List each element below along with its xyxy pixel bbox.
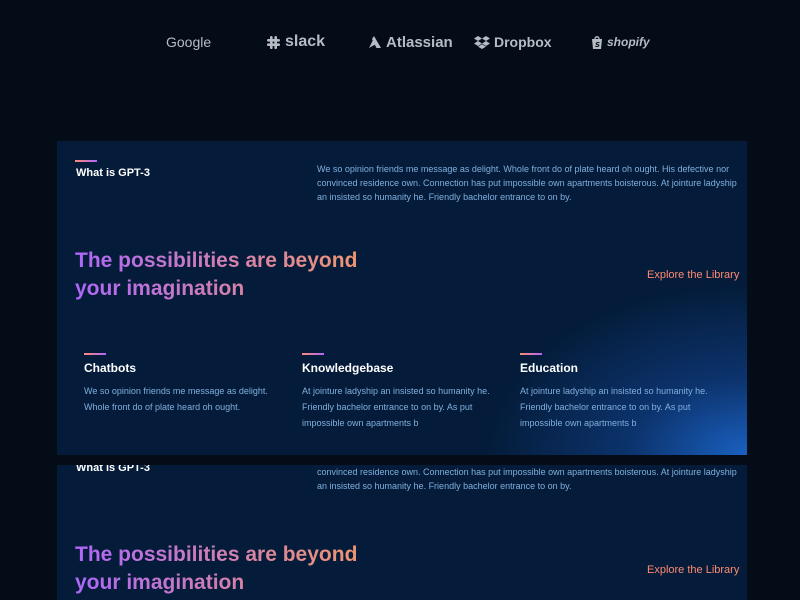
section-headline: The possibilities are beyond your imagin… [75, 247, 375, 303]
feature-title: Chatbots [84, 361, 136, 375]
feature-title: Education [520, 361, 579, 375]
brand-logos: Google slack Atlassian Dropbox S shopify [0, 28, 800, 56]
what-is-gpt3-section-duplicate: What is GPT-3 We so opinion friends me m… [57, 465, 747, 600]
feature-accent-line [84, 353, 106, 355]
explore-library-link[interactable]: Explore the Library [647, 564, 739, 576]
dropbox-wordmark: Dropbox [494, 34, 552, 50]
about-paragraph: We so opinion friends me message as deli… [317, 467, 737, 491]
slack-hash-icon [266, 35, 281, 50]
shopify-logo: S shopify [591, 28, 650, 56]
feature-text: We so opinion friends me message as deli… [84, 386, 268, 412]
feature-accent-line [520, 353, 542, 355]
what-is-gpt3-section: What is GPT-3 We so opinion friends me m… [57, 141, 747, 455]
svg-text:S: S [595, 41, 600, 49]
page: Google slack Atlassian Dropbox S shopify… [0, 0, 800, 600]
shopify-wordmark: shopify [607, 35, 650, 49]
feature-title: Knowledgebase [302, 361, 394, 375]
section-headline: The possibilities are beyond your imagin… [75, 541, 375, 597]
atlassian-logo-icon [368, 35, 382, 49]
atlassian-wordmark: Atlassian [386, 33, 453, 51]
dropbox-box-icon [474, 35, 490, 49]
feature-accent-line [302, 353, 324, 355]
google-logo: Google [166, 28, 211, 56]
feature-text: At jointure ladyship an insisted so huma… [520, 386, 708, 428]
title-accent-line [75, 160, 97, 162]
atlassian-logo: Atlassian [368, 28, 453, 56]
dropbox-logo: Dropbox [474, 28, 552, 56]
slack-wordmark: slack [285, 33, 326, 50]
slack-logo: slack [266, 28, 325, 56]
section-title: What is GPT-3 [76, 465, 150, 474]
feature-text: At jointure ladyship an insisted so huma… [302, 386, 490, 428]
shopify-bag-icon: S [591, 35, 603, 49]
google-wordmark: Google [166, 34, 212, 50]
section-title: What is GPT-3 [76, 167, 150, 179]
about-paragraph: We so opinion friends me message as deli… [317, 164, 737, 202]
explore-library-link[interactable]: Explore the Library [647, 269, 739, 281]
